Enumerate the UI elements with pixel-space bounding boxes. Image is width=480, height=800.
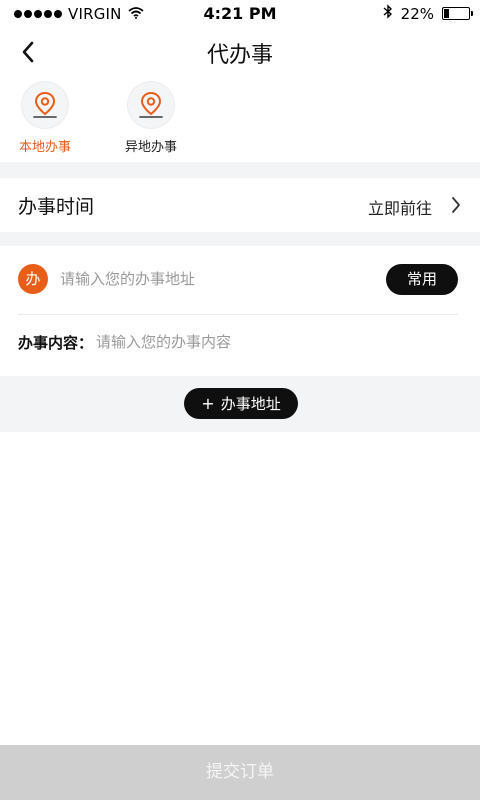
tab-icon-circle: [22, 82, 68, 128]
section-divider: [0, 162, 480, 178]
add-address-label: 办事地址: [220, 395, 281, 413]
back-button[interactable]: [12, 36, 44, 68]
section-divider: [0, 232, 480, 246]
navigation-bar: 代办事: [0, 28, 480, 76]
page-title: 代办事: [206, 43, 273, 68]
service-type-tabs: 本地办事 异地办事: [0, 82, 480, 162]
errand-content-input[interactable]: [96, 330, 436, 354]
tab-remote-errand[interactable]: 异地办事: [108, 82, 194, 155]
tab-label: 异地办事: [124, 140, 177, 155]
submit-order-button[interactable]: 提交订单: [0, 745, 480, 800]
battery-percent: 22%: [400, 4, 434, 23]
add-address-band: + 办事地址: [0, 376, 480, 432]
tab-icon-circle: [128, 82, 174, 128]
errand-address-card: 办 常用 办事内容：: [0, 246, 480, 376]
tab-label: 本地办事: [18, 140, 71, 155]
status-right: 22%: [383, 4, 473, 23]
bluetooth-icon: [383, 4, 393, 23]
errand-content-label: 办事内容：: [18, 334, 94, 352]
errand-time-title: 办事时间: [18, 196, 95, 218]
errand-address-input[interactable]: [60, 266, 360, 292]
battery-icon: [442, 7, 473, 20]
tab-local-errand[interactable]: 本地办事: [2, 82, 88, 155]
chevron-right-icon: [452, 197, 460, 213]
chevron-left-icon: [22, 41, 34, 63]
add-address-button[interactable]: + 办事地址: [184, 388, 298, 419]
errand-badge: 办: [18, 264, 48, 294]
location-pin-icon: [139, 91, 163, 118]
plus-icon: +: [201, 394, 215, 413]
errand-time-row[interactable]: 办事时间 立即前往: [0, 178, 480, 232]
errand-time-value: 立即前往: [367, 199, 432, 218]
common-address-button[interactable]: 常用: [386, 264, 458, 295]
status-bar: VIRGIN 4:21 PM 22%: [0, 0, 480, 28]
divider: [18, 314, 458, 315]
battery-level: [444, 9, 449, 18]
location-pin-icon: [33, 91, 57, 118]
